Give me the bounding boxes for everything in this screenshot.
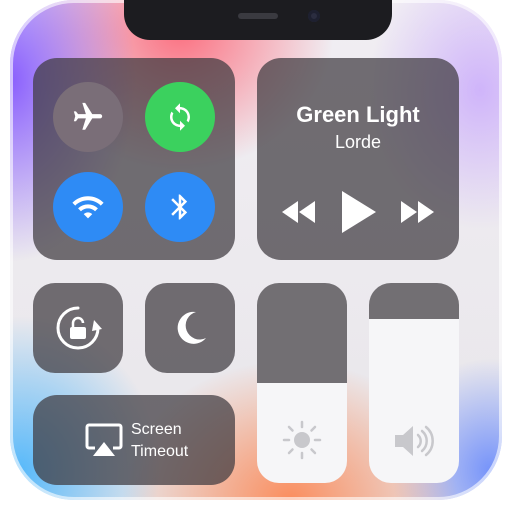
screen-timeout-label-line1: Screen xyxy=(131,421,182,438)
speaker-icon xyxy=(395,425,434,457)
bluetooth-icon xyxy=(171,194,188,220)
volume-slider[interactable] xyxy=(369,283,459,483)
rotation-lock-button[interactable] xyxy=(33,283,123,373)
airplay-icon xyxy=(85,423,123,456)
fast-forward-icon xyxy=(401,201,434,223)
play-icon xyxy=(342,191,376,233)
track-artist: Lorde xyxy=(334,132,382,152)
play-button[interactable] xyxy=(335,182,381,242)
bluetooth-toggle[interactable] xyxy=(145,172,215,242)
screen-timeout-label-line2: Timeout xyxy=(131,443,189,460)
rewind-button[interactable] xyxy=(277,190,321,234)
track-title: Green Light xyxy=(296,102,420,127)
do-not-disturb-button[interactable] xyxy=(145,283,235,373)
wifi-toggle[interactable] xyxy=(53,172,123,242)
rewind-icon xyxy=(282,201,315,223)
speaker-grille xyxy=(238,13,278,19)
screen-timeout-button[interactable]: Screen Timeout xyxy=(33,395,235,485)
media-panel: Green Light Lorde xyxy=(257,58,459,260)
sync-toggle[interactable] xyxy=(145,82,215,152)
sync-icon xyxy=(170,103,190,131)
brightness-slider-track xyxy=(257,283,347,383)
moon-icon xyxy=(177,311,206,344)
airplane-icon xyxy=(73,102,103,130)
front-camera xyxy=(308,10,320,22)
sun-icon xyxy=(282,420,322,460)
screen-timeout-label: Screen Timeout xyxy=(131,419,231,463)
brightness-icon-wrap xyxy=(257,419,347,461)
airplane-mode-toggle[interactable] xyxy=(53,82,123,152)
connectivity-panel xyxy=(33,58,235,260)
wifi-icon xyxy=(72,196,104,219)
brightness-slider[interactable] xyxy=(257,283,347,483)
volume-icon-wrap xyxy=(369,421,459,461)
fast-forward-button[interactable] xyxy=(395,190,439,234)
rotation-lock-icon xyxy=(56,306,102,350)
volume-slider-track xyxy=(369,283,459,319)
notch xyxy=(124,0,392,40)
